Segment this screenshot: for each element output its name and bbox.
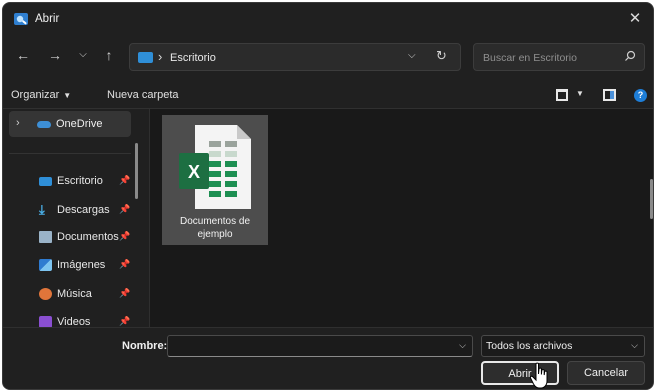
back-arrow-icon[interactable]: ← (13, 45, 33, 65)
title-bar: Abrir ✕ (3, 3, 653, 35)
file-name-history-chevron-icon[interactable]: ⌵ (459, 340, 466, 351)
pin-icon: 📌 (119, 316, 131, 326)
documents-icon (39, 231, 52, 243)
search-box[interactable]: Buscar en Escritorio (473, 43, 645, 71)
content-scrollbar[interactable] (650, 179, 653, 219)
explorer-app-icon (14, 13, 28, 25)
sidebar-item-escritorio[interactable]: Escritorio 📌 (37, 170, 137, 192)
pin-icon: 📌 (119, 259, 131, 269)
sidebar-item-label: Escritorio (57, 175, 103, 187)
sidebar-item-descargas[interactable]: ⤓ Descargas 📌 (37, 199, 137, 221)
dialog-footer: Nombre: ⌵ Todos los archivos ⌵ Abrir Can… (3, 327, 653, 389)
file-name-input[interactable]: ⌵ (167, 335, 473, 357)
pin-icon: 📌 (119, 231, 131, 241)
pin-icon: 📌 (119, 175, 131, 185)
file-type-select[interactable]: Todos los archivos ⌵ (481, 335, 645, 357)
caret-down-icon: ▼ (63, 91, 72, 100)
sidebar-item-documentos[interactable]: Documentos 📌 (37, 226, 137, 248)
address-history-chevron-icon[interactable]: ⌵ (408, 50, 416, 61)
view-options-caret-icon[interactable]: ▼ (576, 89, 584, 98)
view-mode-icon[interactable] (556, 89, 568, 101)
help-icon[interactable]: ? (634, 89, 647, 102)
file-name-label-text: Nombre: (122, 340, 168, 352)
sidebar-item-imagenes[interactable]: Imágenes 📌 (37, 254, 137, 276)
file-name-label: Documentos de ejemplo (179, 216, 251, 240)
onedrive-cloud-icon (37, 121, 51, 128)
sidebar-item-label: OneDrive (56, 118, 103, 130)
music-icon (39, 288, 52, 300)
address-bar[interactable]: › Escritorio ⌵ ↻ (129, 43, 461, 71)
new-folder-button[interactable]: Nueva carpeta (107, 89, 179, 101)
sidebar-item-label: Descargas (57, 204, 110, 216)
cancel-button[interactable]: Cancelar (567, 361, 645, 385)
expand-chevron-icon[interactable]: › (16, 117, 20, 129)
excel-file-icon: X (179, 125, 251, 209)
hand-cursor-icon (529, 362, 548, 389)
sidebar-item-musica[interactable]: Música 📌 (37, 283, 137, 305)
refresh-icon[interactable]: ↻ (436, 48, 447, 64)
sidebar-separator (9, 153, 131, 154)
svg-text:X: X (188, 162, 200, 182)
file-list-area: X Documentos de ejemplo (150, 109, 653, 327)
file-item-documentos-de-ejemplo[interactable]: X Documentos de ejemplo (162, 115, 268, 245)
organize-label: Organizar (11, 89, 60, 101)
download-icon: ⤓ (39, 202, 45, 217)
up-arrow-icon[interactable]: ↑ (99, 45, 119, 65)
organize-menu-button[interactable]: Organizar ▼ (11, 89, 71, 101)
window-title: Abrir (35, 13, 60, 25)
sidebar-item-label: Documentos (57, 231, 119, 243)
file-type-value: Todos los archivos (486, 340, 573, 352)
preview-pane-icon[interactable] (603, 89, 616, 101)
pictures-icon (39, 259, 52, 271)
pin-icon: 📌 (119, 288, 131, 298)
pin-icon: 📌 (119, 204, 131, 214)
forward-arrow-icon[interactable]: → (45, 45, 65, 65)
sidebar-item-onedrive[interactable]: › OneDrive (9, 111, 131, 137)
open-file-dialog: Abrir ✕ ← → ⌵ ↑ › Escritorio ⌵ ↻ Buscar … (2, 2, 654, 390)
sidebar-item-label: Imágenes (57, 259, 106, 271)
close-icon[interactable]: ✕ (627, 11, 643, 27)
breadcrumb-current-folder[interactable]: Escritorio (170, 52, 216, 64)
breadcrumb-separator-icon[interactable]: › (158, 49, 162, 64)
recent-locations-chevron-icon[interactable]: ⌵ (73, 45, 93, 65)
desktop-icon (39, 177, 52, 186)
search-icon[interactable] (624, 50, 636, 62)
file-type-chevron-icon[interactable]: ⌵ (631, 340, 638, 351)
sidebar-item-label: Música (57, 288, 92, 300)
desktop-folder-icon (138, 52, 153, 63)
navigation-pane: › OneDrive Escritorio 📌 ⤓ Descargas 📌 Do… (3, 109, 149, 328)
search-placeholder[interactable]: Buscar en Escritorio (483, 52, 577, 64)
